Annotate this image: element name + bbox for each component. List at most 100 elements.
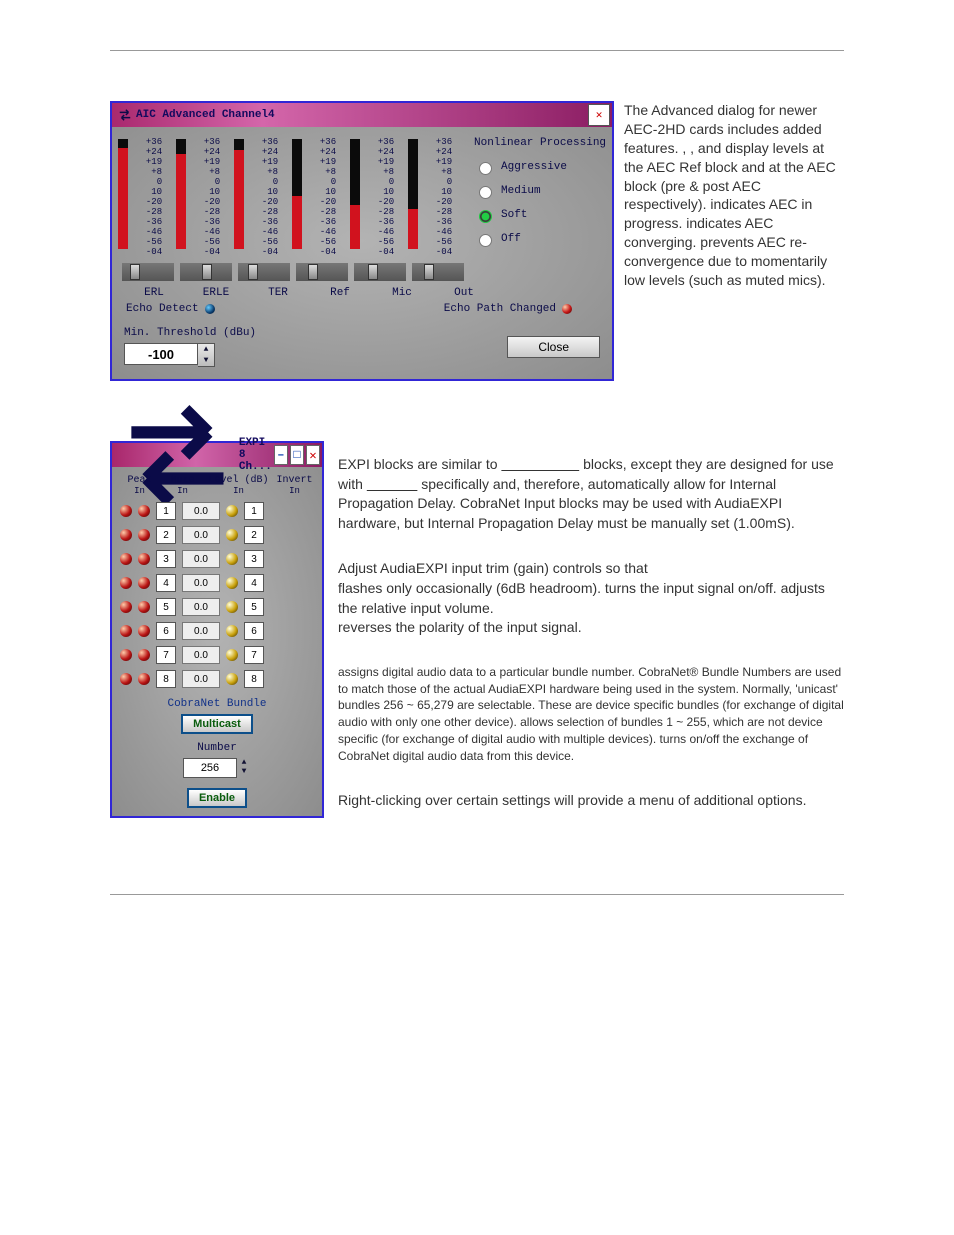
channel-number[interactable]: 6 — [156, 622, 176, 640]
mute-led[interactable] — [138, 601, 150, 613]
enable-button[interactable]: Enable — [187, 788, 247, 808]
meter-slider[interactable] — [180, 263, 232, 281]
mute-led[interactable] — [138, 553, 150, 565]
level-value[interactable]: 0.0 — [182, 646, 220, 664]
meter-scale: +36+24+19+8010-20-28-36-46-56-04 — [436, 137, 454, 257]
aic-dialog: AIC Advanced Channel4 ✕ +36+24+19+8010-2… — [110, 101, 614, 381]
meter-slider[interactable] — [238, 263, 290, 281]
peak-led — [120, 529, 132, 541]
level-value[interactable]: 0.0 — [182, 670, 220, 688]
bundle-spinner[interactable]: 256 ▲▼ — [118, 758, 316, 778]
close-button[interactable]: Close — [507, 336, 600, 358]
channel-number[interactable]: 4 — [156, 574, 176, 592]
number-label: Number — [118, 742, 316, 754]
channel-number[interactable]: 5 — [156, 598, 176, 616]
level-value[interactable]: 0.0 — [182, 526, 220, 544]
channel-number[interactable]: 3 — [244, 550, 264, 568]
aic-close-button[interactable]: ✕ — [588, 104, 610, 126]
nlp-option-label: Medium — [501, 185, 541, 197]
expi-dialog: EXPI 8 Ch... – □ ✕ PeakIn MuteIn Level (… — [110, 441, 324, 818]
nlp-option-aggressive[interactable]: Aggressive — [474, 159, 606, 175]
level-value[interactable]: 0.0 — [182, 550, 220, 568]
echo-path-led — [562, 304, 572, 314]
minimize-icon: – — [277, 448, 284, 462]
channel-number[interactable]: 2 — [156, 526, 176, 544]
meter-slider[interactable] — [412, 263, 464, 281]
mute-led[interactable] — [138, 673, 150, 685]
expi-section: EXPI 8 Ch... – □ ✕ PeakIn MuteIn Level (… — [110, 441, 844, 824]
channel-number[interactable]: 1 — [244, 502, 264, 520]
nlp-option-soft[interactable]: Soft — [474, 207, 606, 223]
bundle-value: 256 — [183, 758, 237, 778]
expi-close-button[interactable]: ✕ — [306, 445, 320, 465]
invert-led[interactable] — [226, 529, 238, 541]
channel-row: 20.02 — [118, 526, 316, 544]
level-value[interactable]: 0.0 — [182, 598, 220, 616]
channel-number[interactable]: 1 — [156, 502, 176, 520]
invert-led[interactable] — [226, 625, 238, 637]
invert-led[interactable] — [226, 649, 238, 661]
chevron-up-icon: ▲ — [198, 344, 214, 355]
maximize-button[interactable]: □ — [290, 445, 304, 465]
expi-titlebar: EXPI 8 Ch... – □ ✕ — [112, 443, 322, 467]
aic-title: AIC Advanced Channel4 — [136, 109, 275, 121]
channel-number[interactable]: 5 — [244, 598, 264, 616]
channel-number[interactable]: 3 — [156, 550, 176, 568]
chevron-down-icon: ▼ — [237, 767, 251, 776]
channel-number[interactable]: 7 — [156, 646, 176, 664]
channel-number[interactable]: 7 — [244, 646, 264, 664]
mute-led[interactable] — [138, 577, 150, 589]
invert-led[interactable] — [226, 601, 238, 613]
meter-slider[interactable] — [354, 263, 406, 281]
close-icon: ✕ — [596, 108, 603, 122]
threshold-value: -100 — [124, 343, 198, 365]
chevron-up-icon: ▲ — [237, 758, 251, 767]
close-icon: ✕ — [309, 448, 316, 463]
multicast-button[interactable]: Multicast — [181, 714, 253, 734]
meter-mic: +36+24+19+8010-20-28-36-46-56-04 — [354, 137, 406, 281]
meter-ref: +36+24+19+8010-20-28-36-46-56-04 — [296, 137, 348, 281]
invert-led[interactable] — [226, 505, 238, 517]
spinner-buttons[interactable]: ▲▼ — [198, 343, 215, 367]
invert-led[interactable] — [226, 553, 238, 565]
level-value[interactable]: 0.0 — [182, 622, 220, 640]
meter-label-erl: ERL — [126, 287, 182, 299]
meter-label-ter: TER — [250, 287, 306, 299]
threshold-spinner[interactable]: -100 ▲▼ — [124, 343, 256, 367]
nlp-option-label: Off — [501, 233, 521, 245]
txt: Adjust AudiaEXPI input trim (gain) contr… — [338, 560, 648, 576]
channel-number[interactable]: 4 — [244, 574, 264, 592]
mute-led[interactable] — [138, 625, 150, 637]
threshold-label: Min. Threshold (dBu) — [124, 327, 256, 339]
hdr-level: Level (dB) — [209, 475, 269, 486]
level-value[interactable]: 0.0 — [182, 574, 220, 592]
channel-number[interactable]: 8 — [244, 670, 264, 688]
meter-slider[interactable] — [296, 263, 348, 281]
mute-led[interactable] — [138, 505, 150, 517]
channel-row: 30.03 — [118, 550, 316, 568]
invert-led[interactable] — [226, 673, 238, 685]
meter-out: +36+24+19+8010-20-28-36-46-56-04 — [412, 137, 464, 281]
channel-number[interactable]: 6 — [244, 622, 264, 640]
spinner-buttons[interactable]: ▲▼ — [237, 758, 251, 778]
invert-led[interactable] — [226, 577, 238, 589]
nlp-option-medium[interactable]: Medium — [474, 183, 606, 199]
channel-row: 60.06 — [118, 622, 316, 640]
nlp-option-off[interactable]: Off — [474, 231, 606, 247]
meter-ter: +36+24+19+8010-20-28-36-46-56-04 — [238, 137, 290, 281]
level-value[interactable]: 0.0 — [182, 502, 220, 520]
meter-scale: +36+24+19+8010-20-28-36-46-56-04 — [378, 137, 396, 257]
hdr-peak: Peak — [128, 475, 152, 486]
channel-row: 70.07 — [118, 646, 316, 664]
channel-number[interactable]: 8 — [156, 670, 176, 688]
chevron-down-icon: ▼ — [198, 355, 214, 366]
mute-led[interactable] — [138, 529, 150, 541]
meter-slider[interactable] — [122, 263, 174, 281]
txt: , — [682, 140, 690, 156]
meter-erle: +36+24+19+8010-20-28-36-46-56-04 — [180, 137, 232, 281]
channel-number[interactable]: 2 — [244, 526, 264, 544]
peak-led — [120, 601, 132, 613]
mute-led[interactable] — [138, 649, 150, 661]
minimize-button[interactable]: – — [274, 445, 288, 465]
peak-led — [120, 505, 132, 517]
